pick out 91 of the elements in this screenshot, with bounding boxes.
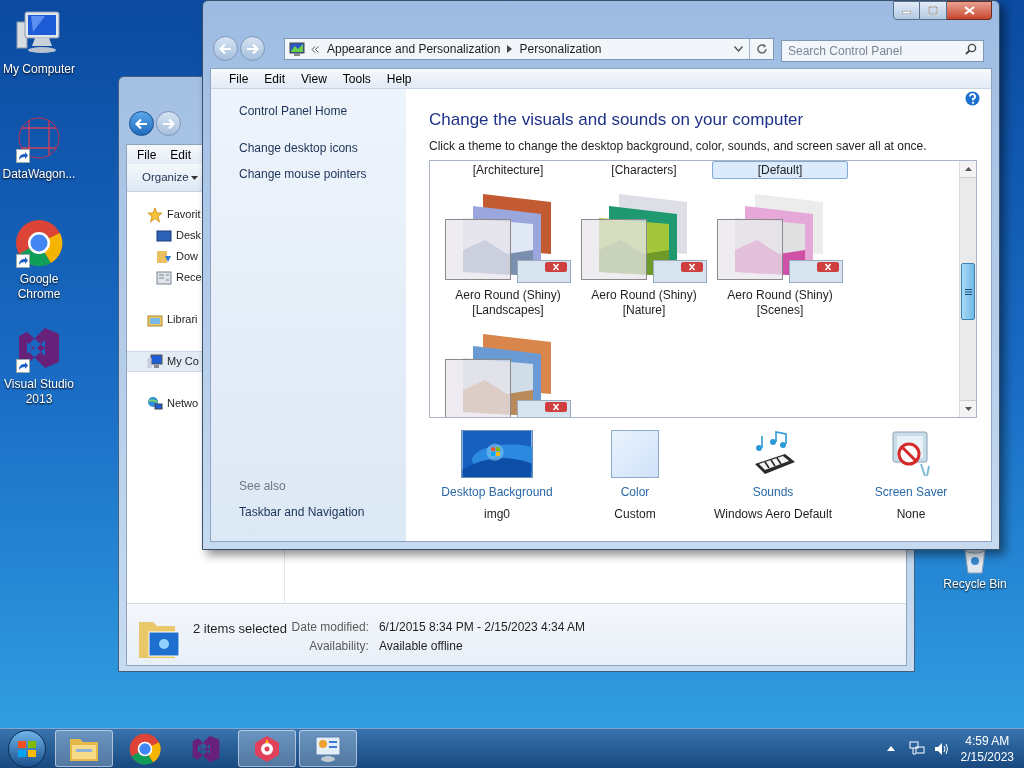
setting-link[interactable]: Color xyxy=(620,483,650,501)
task-link[interactable]: Control Panel Home xyxy=(239,102,406,120)
page-heading: Change the visuals and sounds on your computer xyxy=(429,109,805,131)
taskbar-button[interactable] xyxy=(238,730,296,767)
scrollbar[interactable] xyxy=(959,161,976,417)
back-button[interactable] xyxy=(129,111,154,136)
task-link[interactable]: Taskbar and Navigation xyxy=(239,503,406,521)
up-arrow-icon[interactable] xyxy=(886,746,895,751)
theme-tile[interactable]: Aero Round (Shiny) [Nature] xyxy=(576,185,712,323)
setting-value: img0 xyxy=(484,506,510,523)
minimize-icon xyxy=(902,11,911,14)
taskbar-button[interactable] xyxy=(55,730,113,767)
control-panel-icon xyxy=(289,41,305,57)
task-link[interactable]: Change mouse pointers xyxy=(239,165,406,183)
organize-button[interactable]: Organize xyxy=(139,168,201,187)
see-also-heading: See also xyxy=(239,478,287,495)
menu-item[interactable]: View xyxy=(293,69,335,88)
nav-item[interactable]: My Co xyxy=(127,351,203,372)
nav-item[interactable]: Dow xyxy=(127,246,203,267)
menu-item[interactable]: Edit xyxy=(256,69,294,88)
search-field[interactable]: Search Control Panel xyxy=(781,40,984,62)
instruction-text: Click a theme to change the desktop background, color, sounds, and screen saver all at once. xyxy=(429,138,928,154)
task-link[interactable]: Change desktop icons xyxy=(239,139,406,157)
double-chevron-icon xyxy=(311,45,319,53)
folder-arrow-icon xyxy=(156,248,172,265)
left-arrow-icon xyxy=(135,117,148,130)
search-icon xyxy=(965,43,977,55)
forward-button[interactable] xyxy=(240,36,265,61)
status-label: Date modified: xyxy=(290,619,369,635)
theme-tile[interactable]: [Characters] xyxy=(576,161,712,179)
gear-hexagon-icon xyxy=(253,734,281,763)
right-arrow-icon xyxy=(162,117,175,130)
nav-item[interactable]: Favorit xyxy=(127,204,203,225)
restore-icon xyxy=(928,6,938,15)
address-bar[interactable]: Appearance and Personalization Personalization xyxy=(284,38,774,60)
theme-tile[interactable]: Aero Round (Shiny) [Scenes] xyxy=(712,185,848,323)
up-arrow-icon[interactable] xyxy=(964,167,972,171)
menu-item[interactable]: File xyxy=(130,145,164,164)
computer-icon xyxy=(147,353,163,370)
globe-monitor-icon xyxy=(147,395,163,412)
setting-link[interactable]: Sounds xyxy=(752,483,794,501)
breadcrumb[interactable]: Personalization xyxy=(519,40,602,58)
theme-tile[interactable]: [Architecture] xyxy=(440,161,576,179)
menu-item[interactable]: Edit xyxy=(163,145,199,164)
control-panel-icon xyxy=(313,734,343,763)
grid-icon xyxy=(156,269,172,286)
help-icon[interactable] xyxy=(965,91,980,106)
minimize-button[interactable] xyxy=(893,1,920,20)
setting-value: Windows Aero Default xyxy=(713,506,833,523)
taskbar-button[interactable] xyxy=(299,730,357,767)
refresh-icon xyxy=(755,43,768,55)
menu-item[interactable]: Tools xyxy=(334,69,379,88)
nav-item[interactable]: Librari xyxy=(127,309,203,330)
left-arrow-icon xyxy=(219,42,232,55)
chrome-icon xyxy=(15,219,63,267)
close-button[interactable] xyxy=(947,1,992,20)
mesh-icon xyxy=(15,115,63,161)
setting-link[interactable]: Screen Saver xyxy=(874,483,948,501)
clock[interactable]: 4:59 AM 2/15/2023 xyxy=(960,732,1014,765)
menu-item[interactable]: File xyxy=(221,69,257,88)
breadcrumb-arrow-icon xyxy=(507,45,513,53)
nav-item[interactable]: Desk xyxy=(127,225,203,246)
start-button[interactable] xyxy=(8,729,46,768)
speaker-icon[interactable] xyxy=(933,741,949,756)
caret-icon xyxy=(190,175,198,180)
network-icon[interactable] xyxy=(908,741,925,756)
setting-value: Custom xyxy=(614,506,656,523)
windows-logo-icon xyxy=(17,739,37,758)
nav-item[interactable]: Rece xyxy=(127,267,203,288)
breadcrumb[interactable]: Appearance and Personalization xyxy=(327,40,501,58)
dropdown-icon[interactable] xyxy=(734,46,743,52)
color-swatch xyxy=(611,430,659,478)
theme-tile[interactable]: [Default] xyxy=(712,161,848,179)
close-icon xyxy=(963,6,975,15)
star-icon xyxy=(147,206,163,223)
nav-item[interactable]: Netwo xyxy=(127,393,203,414)
maximize-button[interactable] xyxy=(920,1,947,20)
setting-value: None xyxy=(896,506,926,523)
down-arrow-icon[interactable] xyxy=(964,407,972,411)
computer-icon xyxy=(15,10,63,56)
chrome-icon xyxy=(129,732,161,765)
grip-icon xyxy=(964,288,972,295)
status-value: 6/1/2015 8:34 PM - 2/15/2023 4:34 AM xyxy=(378,619,586,635)
desktop-icon xyxy=(156,227,172,244)
theme-tile[interactable]: Aero Round (Shiny) [Landscapes] xyxy=(440,185,576,323)
setting-link[interactable]: Desktop Background xyxy=(441,483,553,501)
selection-summary: 2 items selected xyxy=(193,620,287,638)
status-value: Available offline xyxy=(378,638,464,654)
menu-item[interactable]: Help xyxy=(378,69,420,88)
right-arrow-icon xyxy=(246,42,259,55)
status-label: Availability: xyxy=(308,638,369,654)
